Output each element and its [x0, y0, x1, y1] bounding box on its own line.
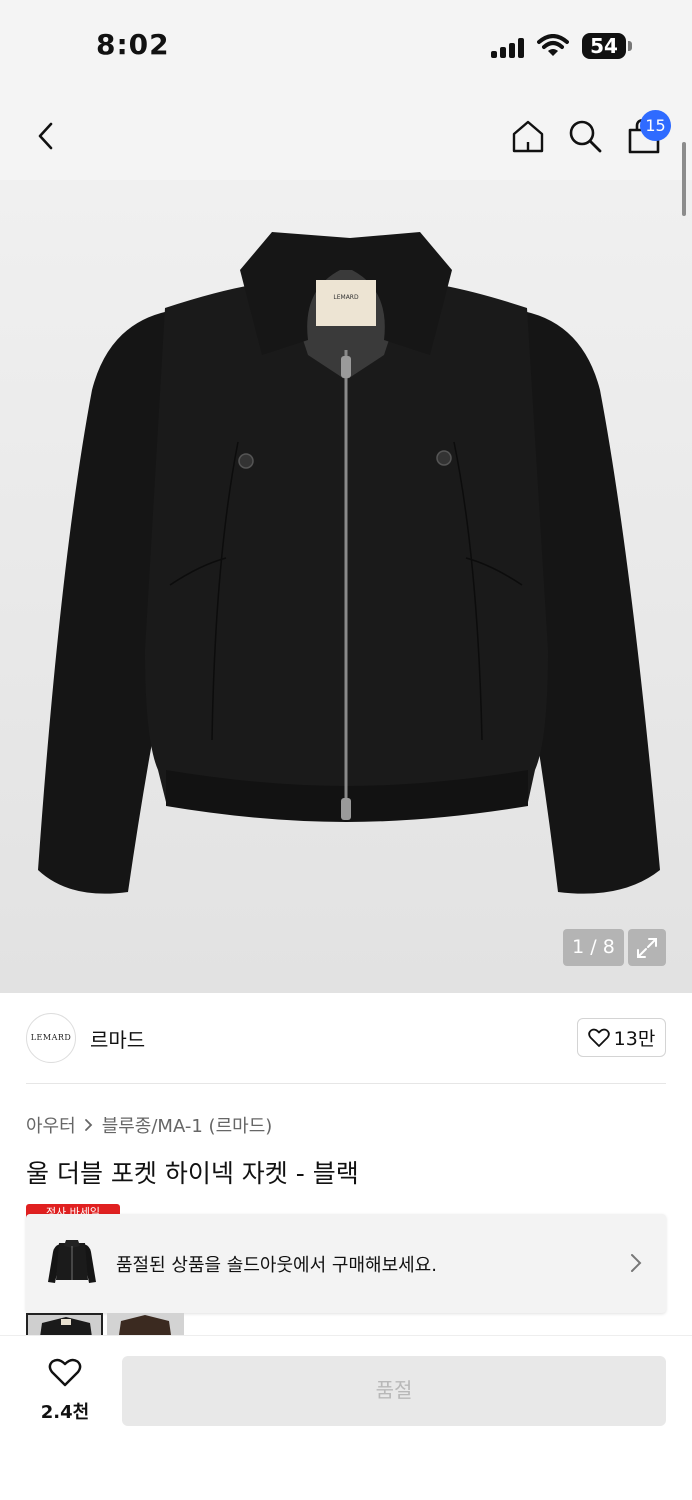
cart-count-badge: 15 — [640, 110, 671, 141]
chevron-right-icon — [631, 1254, 642, 1272]
battery-icon: 54 — [582, 33, 626, 59]
heart-icon — [587, 1028, 610, 1047]
search-button[interactable] — [563, 114, 607, 158]
back-button[interactable] — [24, 114, 68, 158]
brand-name[interactable]: 르마드 — [90, 1024, 145, 1053]
product-image-gallery[interactable]: LEMARD 1 / 8 — [0, 180, 692, 993]
color-option-black[interactable] — [26, 1313, 103, 1335]
bottom-action-bar: 2.4천 품절 — [0, 1335, 692, 1500]
wifi-icon — [537, 34, 569, 58]
soldout-banner[interactable]: 품절된 상품을 솔드아웃에서 구매해보세요. — [26, 1214, 666, 1313]
image-page-counter: 1 / 8 — [563, 929, 624, 966]
wishlist-count: 2.4천 — [40, 1402, 90, 1423]
chevron-right-icon — [84, 1119, 92, 1131]
expand-icon — [637, 937, 657, 958]
product-title: 울 더블 포켓 하이넥 자켓 - 블랙 — [26, 1159, 359, 1188]
breadcrumb-subcategory[interactable]: 블루종/MA-1 (르마드) — [102, 1112, 273, 1138]
soldout-banner-text: 품절된 상품을 솔드아웃에서 구매해보세요. — [116, 1255, 437, 1276]
soldout-buy-button[interactable]: 품절 — [122, 1356, 666, 1426]
back-icon — [38, 122, 53, 150]
breadcrumb: 아우터 블루종/MA-1 (르마드) — [26, 1112, 272, 1138]
search-icon — [569, 120, 602, 153]
battery-tip — [628, 41, 632, 51]
product-image: LEMARD — [38, 232, 660, 894]
garment-label-text: LEMARD — [333, 294, 359, 301]
brand-like-count: 13만 — [613, 1028, 656, 1050]
divider — [26, 1083, 666, 1084]
color-option-brown[interactable] — [107, 1313, 184, 1335]
brand-like-button[interactable]: 13만 — [577, 1018, 666, 1057]
color-option-strip — [26, 1313, 184, 1335]
brand-logo[interactable]: LEMARD — [26, 1013, 76, 1063]
expand-image-button[interactable] — [628, 929, 666, 966]
status-bar: 8:02 54 — [0, 0, 692, 94]
wishlist-button[interactable]: 2.4천 — [28, 1358, 102, 1428]
nav-bar: 15 — [0, 94, 692, 180]
heart-icon — [48, 1358, 82, 1387]
status-time: 8:02 — [96, 28, 170, 61]
scroll-indicator — [682, 142, 686, 216]
breadcrumb-category[interactable]: 아우터 — [26, 1112, 76, 1138]
signal-icon — [491, 38, 525, 58]
home-icon — [512, 120, 544, 153]
banner-product-thumbnail — [48, 1240, 96, 1283]
home-button[interactable] — [506, 114, 550, 158]
